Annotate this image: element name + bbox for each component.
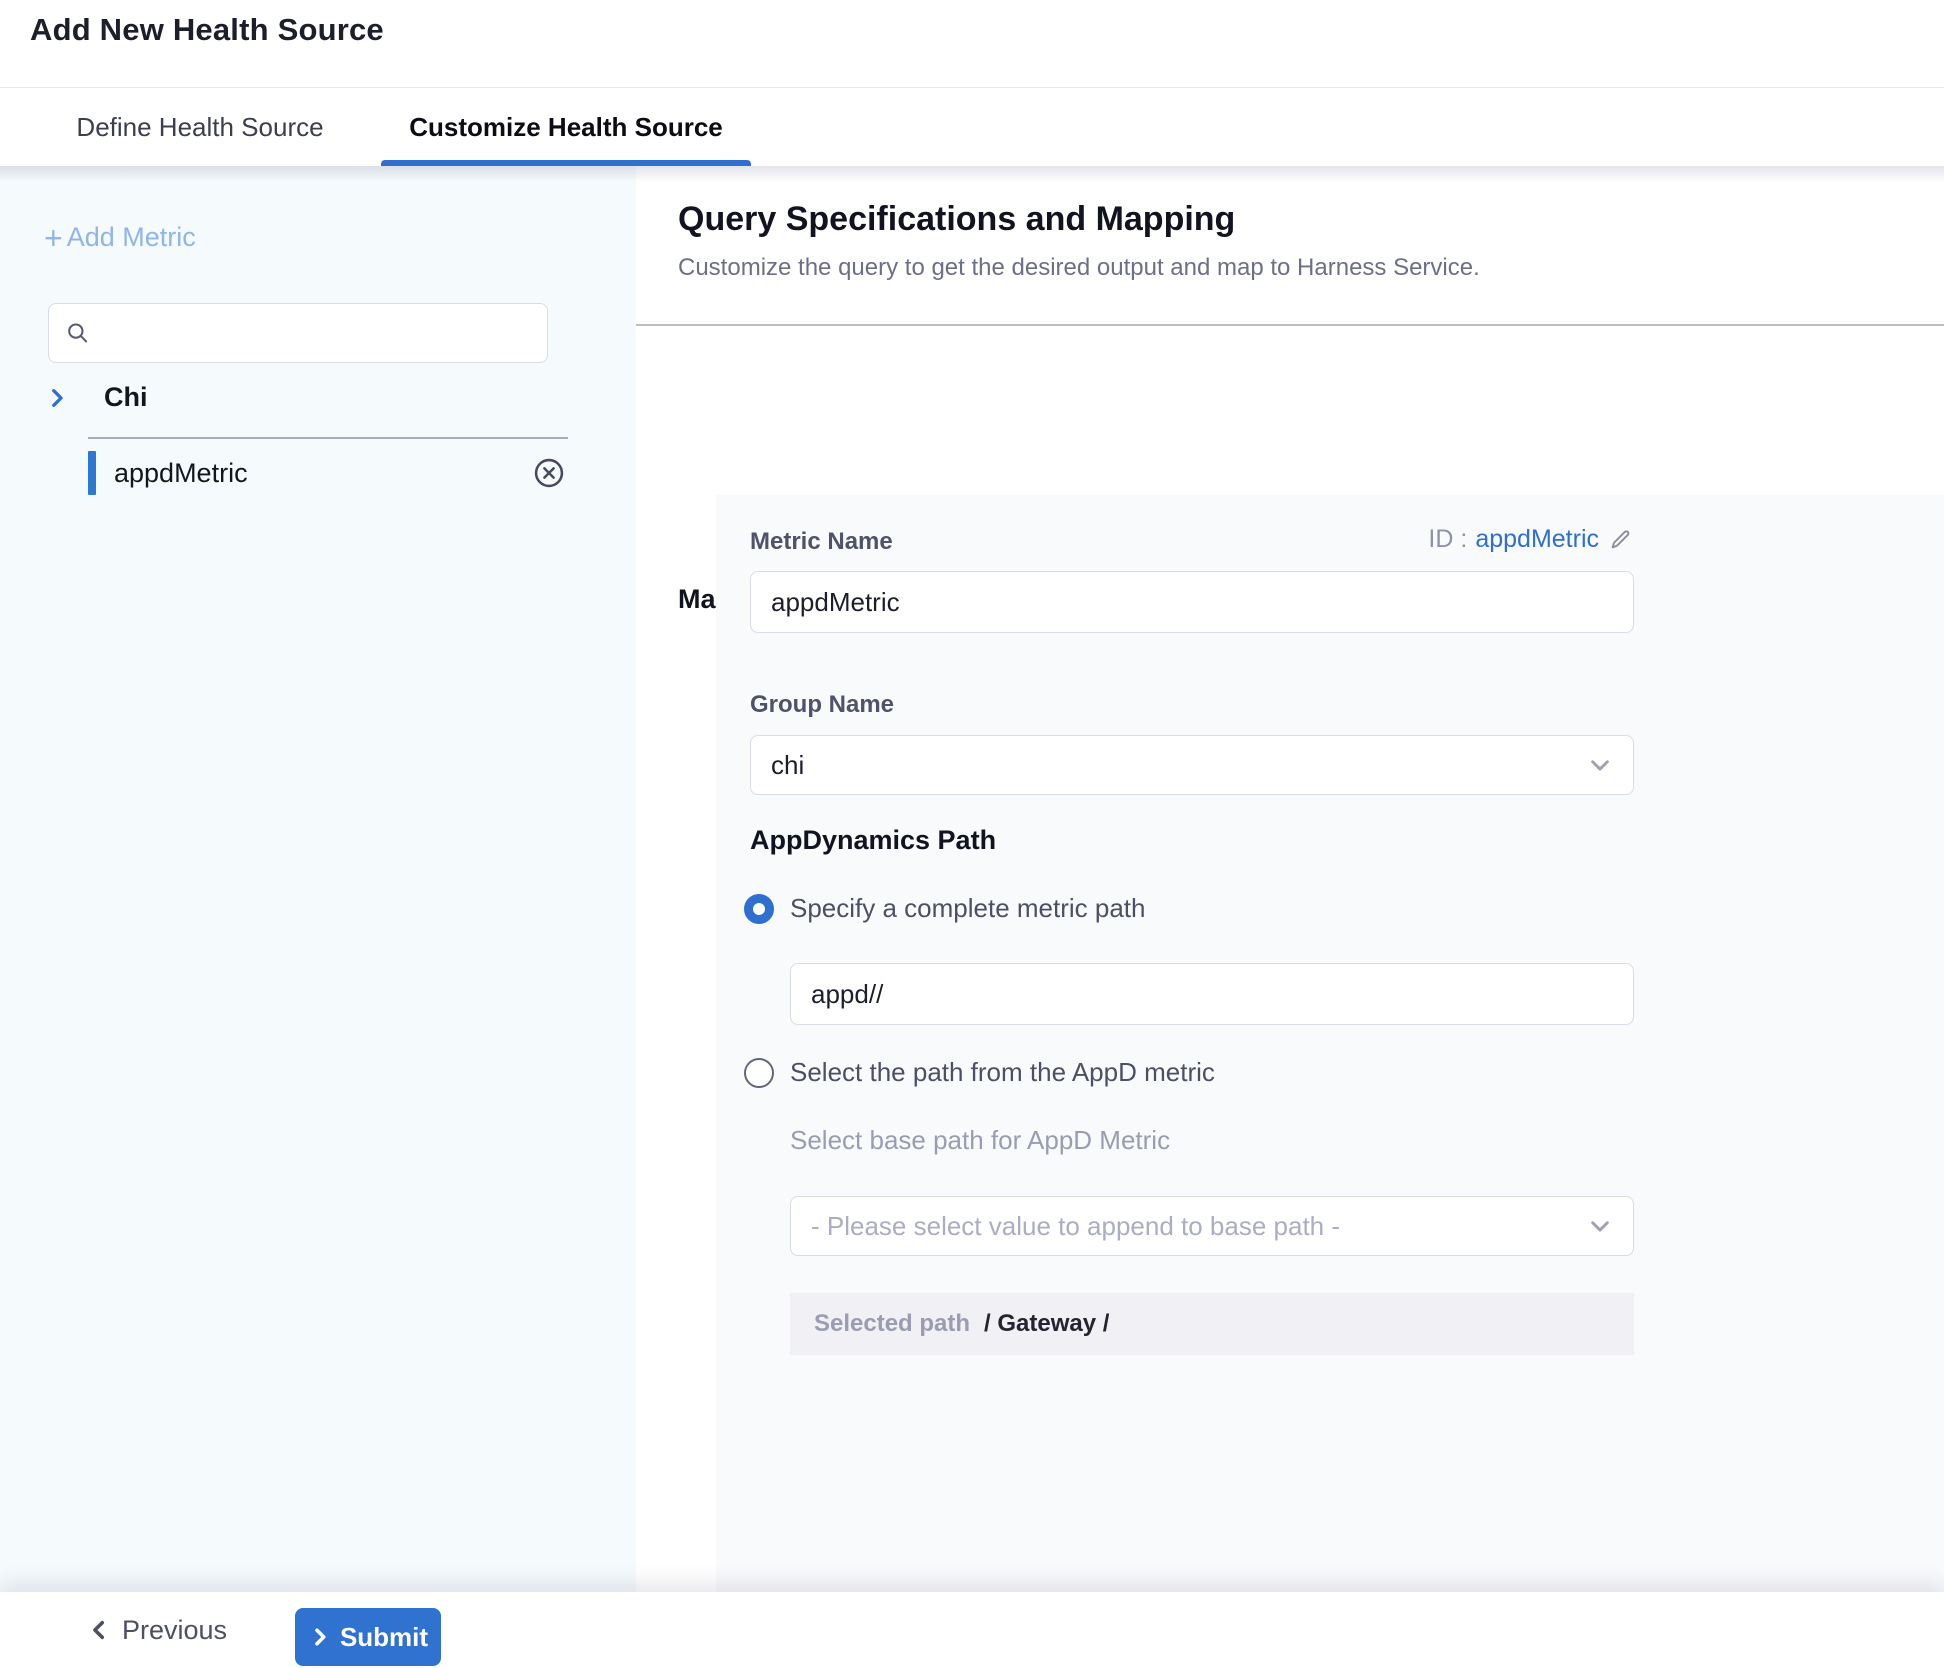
metric-mapping-card: Metric Name ID : appdMetric Group Name c…: [716, 495, 1944, 1592]
selected-path-label: Selected path: [814, 1310, 970, 1338]
base-path-placeholder: - Please select value to append to base …: [811, 1211, 1587, 1242]
panel-divider: [636, 324, 1944, 326]
tab-define-health-source[interactable]: Define Health Source: [40, 88, 360, 166]
plus-icon: +: [44, 225, 63, 251]
search-icon: [65, 319, 91, 347]
add-health-source-dialog: Add New Health Source Define Health Sour…: [0, 0, 1944, 1668]
panel-subtitle: Customize the query to get the desired o…: [678, 254, 1480, 282]
appdynamics-path-label: AppDynamics Path: [750, 825, 996, 856]
radio-specify-label: Specify a complete metric path: [790, 893, 1146, 924]
base-path-label: Select base path for AppD Metric: [790, 1125, 1170, 1156]
pencil-icon[interactable]: [1607, 526, 1634, 553]
chevron-right-icon: [308, 1625, 332, 1649]
metric-search-box: [48, 303, 548, 363]
dialog-footer: Previous Submit: [0, 1592, 1944, 1668]
page-title: Add New Health Source: [30, 12, 384, 48]
tab-bar: Define Health Source Customize Health So…: [0, 88, 1944, 166]
radio-selected-icon: [744, 894, 774, 924]
search-input[interactable]: [103, 318, 532, 349]
chevron-right-icon: [44, 385, 70, 411]
radio-unselected-icon: [744, 1058, 774, 1088]
metric-name-input[interactable]: [750, 571, 1634, 633]
metric-id-prefix: ID :: [1428, 525, 1467, 554]
previous-button[interactable]: Previous: [80, 1600, 233, 1660]
base-path-select[interactable]: - Please select value to append to base …: [790, 1196, 1634, 1256]
chevron-down-icon: [1587, 752, 1613, 778]
submit-button[interactable]: Submit: [295, 1608, 441, 1666]
group-name-value: chi: [771, 750, 1587, 781]
selected-path-value: / Gateway /: [984, 1310, 1109, 1338]
remove-metric-button[interactable]: [532, 456, 566, 490]
group-name-label: Chi: [104, 382, 148, 413]
radio-select-appd-path[interactable]: Select the path from the AppD metric: [744, 1057, 1215, 1088]
metric-id-link[interactable]: appdMetric: [1475, 525, 1599, 554]
dialog-content: + Add Metric Chi appdMetric: [0, 166, 1944, 1592]
add-metric-button[interactable]: + Add Metric: [44, 222, 196, 253]
tab-define-label: Define Health Source: [76, 112, 323, 143]
add-metric-label: Add Metric: [67, 222, 196, 253]
selected-path-strip: Selected path / Gateway /: [790, 1293, 1634, 1355]
selected-metric-indicator: [88, 451, 96, 495]
chevron-left-icon: [86, 1617, 112, 1643]
metric-item-label: appdMetric: [114, 458, 532, 489]
dialog-header: Add New Health Source: [0, 0, 1944, 88]
metric-id-row: ID : appdMetric: [750, 525, 1634, 554]
radio-specify-metric-path[interactable]: Specify a complete metric path: [744, 893, 1146, 924]
panel-title: Query Specifications and Mapping: [678, 200, 1235, 239]
metric-group-chi[interactable]: Chi: [44, 382, 148, 413]
query-specifications-panel: Query Specifications and Mapping Customi…: [636, 166, 1944, 1592]
circle-x-icon: [532, 456, 566, 490]
chevron-down-icon: [1587, 1213, 1613, 1239]
previous-button-label: Previous: [122, 1615, 227, 1646]
tab-customize-health-source[interactable]: Customize Health Source: [375, 88, 757, 166]
metrics-sidebar: + Add Metric Chi appdMetric: [0, 166, 637, 1592]
group-name-select[interactable]: chi: [750, 735, 1634, 795]
group-name-field-label: Group Name: [750, 691, 894, 719]
tab-customize-label: Customize Health Source: [409, 112, 723, 143]
metric-item-appdmetric[interactable]: appdMetric: [88, 450, 568, 496]
metric-path-input[interactable]: [790, 963, 1634, 1025]
submit-button-label: Submit: [340, 1622, 428, 1653]
group-divider: [88, 437, 568, 439]
radio-select-label: Select the path from the AppD metric: [790, 1057, 1215, 1088]
